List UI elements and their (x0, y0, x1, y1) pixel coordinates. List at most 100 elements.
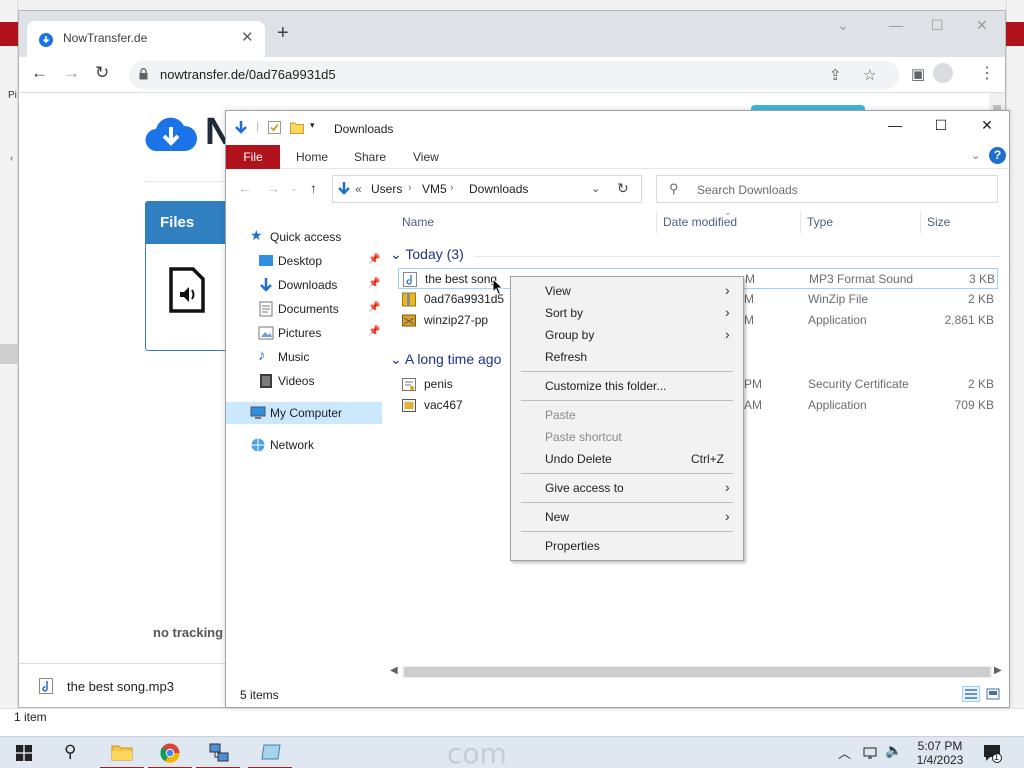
tab-view[interactable]: View (413, 150, 439, 164)
pin-icon[interactable]: 📌 (368, 278, 380, 289)
bookmark-star-icon[interactable]: ☆ (863, 66, 876, 84)
address-bar[interactable]: nowtransfer.de/0ad76a9931d5 ⇪ ☆ (129, 61, 899, 89)
audio-file-icon[interactable] (168, 266, 206, 314)
minimize-icon[interactable]: — (872, 117, 918, 139)
menu-item-undo-delete[interactable]: Undo Delete Ctrl+Z (513, 448, 741, 470)
pin-icon[interactable]: 📌 (368, 326, 380, 337)
column-header-type[interactable]: Type (807, 215, 833, 229)
back-icon[interactable]: ← (31, 63, 48, 83)
scrollbar-thumb[interactable] (404, 667, 990, 677)
sidebar-item-music[interactable]: ♪ Music (226, 346, 382, 368)
profile-avatar-icon[interactable] (933, 63, 953, 83)
maximize-icon[interactable]: ☐ (931, 17, 944, 34)
search-input[interactable]: ⚲ Search Downloads (656, 175, 998, 203)
menu-item-give-access[interactable]: Give access to › (513, 477, 741, 499)
collapse-chevron-icon: ⌄ (390, 351, 402, 367)
tab-file[interactable]: File (226, 145, 280, 169)
search-button[interactable]: ⚲ (48, 737, 96, 768)
pin-icon[interactable]: 📌 (368, 254, 380, 265)
menu-item-refresh[interactable]: Refresh (513, 346, 741, 368)
breadcrumb-chevron-icon[interactable]: › (450, 182, 454, 194)
breadcrumb-vm5[interactable]: VM5 (422, 182, 447, 196)
side-panel-icon[interactable]: ▣ (911, 65, 925, 83)
scroll-left-icon[interactable]: ◀ (390, 665, 398, 676)
forward-icon[interactable]: → (266, 180, 280, 196)
address-bar[interactable]: « Users › VM5 › Downloads ⌄ ↻ (332, 175, 642, 203)
menu-kebab-icon[interactable]: ⋮ (979, 63, 995, 83)
menu-item-properties[interactable]: Properties (513, 535, 741, 557)
start-button[interactable] (0, 737, 48, 768)
clock[interactable]: 5:07 PM 1/4/2023 (910, 739, 970, 767)
sidebar-item-downloads[interactable]: Downloads 📌 (226, 274, 382, 296)
pin-icon[interactable]: 📌 (368, 302, 380, 313)
taskbar-chrome[interactable] (148, 737, 196, 768)
tab-close-icon[interactable]: ✕ (241, 28, 254, 46)
menu-item-paste[interactable]: Paste (513, 404, 741, 426)
recent-locations-icon[interactable]: ⌄ (290, 183, 298, 194)
new-tab-button[interactable]: + (277, 23, 289, 43)
action-center-button[interactable]: 1 (982, 743, 1002, 766)
address-dropdown-icon[interactable]: ⌄ (591, 182, 600, 195)
refresh-icon[interactable]: ↻ (617, 180, 629, 197)
column-header-size[interactable]: Size (927, 215, 950, 229)
new-folder-icon[interactable] (290, 121, 304, 134)
menu-item-label: Paste (545, 408, 576, 422)
sidebar-item-videos[interactable]: Videos (226, 370, 382, 392)
close-icon[interactable]: ✕ (976, 17, 988, 34)
taskbar-network-app[interactable] (196, 737, 244, 768)
separator-icon: | (256, 119, 260, 133)
menu-item-label: Customize this folder... (545, 379, 667, 393)
column-divider[interactable] (800, 211, 801, 233)
menu-item-paste-shortcut[interactable]: Paste shortcut (513, 426, 741, 448)
menu-item-sort-by[interactable]: Sort by › (513, 302, 741, 324)
breadcrumb-overflow[interactable]: « (355, 182, 362, 196)
customize-quick-access-icon[interactable]: ▾ (310, 120, 315, 131)
expand-ribbon-icon[interactable]: ⌄ (971, 149, 980, 162)
breadcrumb-users[interactable]: Users (371, 182, 402, 196)
close-icon[interactable]: ✕ (964, 117, 1010, 139)
forward-icon[interactable]: → (63, 63, 80, 83)
tab-home[interactable]: Home (296, 150, 328, 164)
group-header-today[interactable]: ⌄ Today (3) (390, 246, 464, 263)
network-status-icon[interactable] (862, 745, 878, 761)
column-divider[interactable] (920, 211, 921, 233)
properties-checkbox-icon[interactable] (268, 121, 281, 134)
sidebar-item-pictures[interactable]: Pictures 📌 (226, 322, 382, 344)
column-header-name[interactable]: Name (402, 215, 434, 229)
menu-separator (521, 502, 733, 503)
explorer-titlebar: | ▾ Downloads — ☐ ✕ (226, 111, 1009, 145)
menu-item-new[interactable]: New › (513, 506, 741, 528)
details-view-button[interactable] (962, 686, 980, 702)
menu-item-group-by[interactable]: Group by › (513, 324, 741, 346)
breadcrumb-chevron-icon[interactable]: › (408, 182, 412, 194)
column-divider[interactable] (656, 211, 657, 233)
share-icon[interactable]: ⇪ (829, 66, 842, 84)
menu-item-customize-folder[interactable]: Customize this folder... (513, 375, 741, 397)
tab-share[interactable]: Share (354, 150, 386, 164)
sidebar-item-documents[interactable]: Documents 📌 (226, 298, 382, 320)
show-hidden-icons-icon[interactable]: ︿ (838, 743, 851, 762)
large-icons-view-button[interactable] (984, 686, 1002, 702)
tab-search-icon[interactable]: ⌄ (837, 17, 849, 34)
browser-tab[interactable]: NowTransfer.de ✕ (27, 21, 265, 57)
menu-item-view[interactable]: View › (513, 280, 741, 302)
download-item[interactable]: the best song.mp3 (67, 679, 174, 694)
sidebar-item-network[interactable]: Network (226, 434, 382, 456)
reload-icon[interactable]: ↻ (95, 63, 109, 83)
group-header-long-time-ago[interactable]: ⌄ A long time ago (390, 351, 501, 368)
taskbar-file-explorer[interactable] (100, 737, 148, 768)
breadcrumb-downloads[interactable]: Downloads (469, 182, 528, 196)
sidebar-item-quick-access[interactable]: ★ Quick access (226, 226, 382, 248)
scroll-right-icon[interactable]: ▶ (994, 665, 1002, 676)
sidebar-item-my-computer[interactable]: My Computer (226, 402, 382, 424)
volume-icon[interactable]: 🔈 (885, 742, 902, 758)
taskbar-app[interactable] (248, 737, 296, 768)
column-header-date[interactable]: Date modified (663, 215, 737, 229)
maximize-icon[interactable]: ☐ (918, 117, 964, 139)
up-icon[interactable]: ↑ (310, 180, 317, 196)
back-icon[interactable]: ← (238, 180, 252, 196)
sidebar-item-desktop[interactable]: Desktop 📌 (226, 250, 382, 272)
help-icon[interactable]: ? (989, 147, 1006, 164)
minimize-icon[interactable]: — (889, 17, 903, 33)
horizontal-scrollbar[interactable]: ◀ ▶ (388, 664, 1006, 681)
